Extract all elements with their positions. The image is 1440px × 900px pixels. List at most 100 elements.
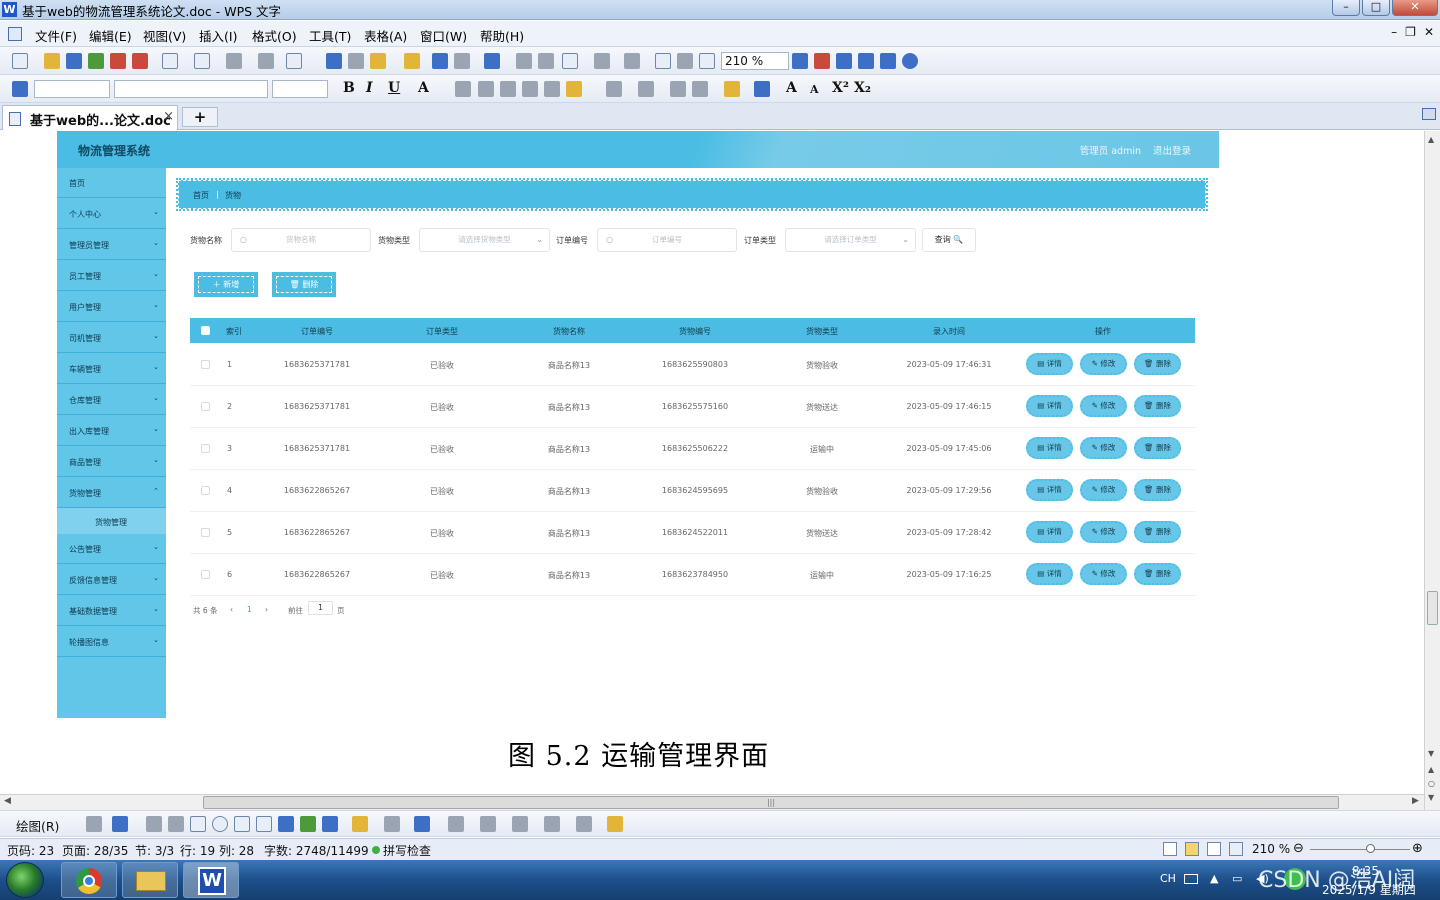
shadow-icon[interactable]	[544, 816, 560, 832]
select-all-checkbox[interactable]	[201, 326, 210, 335]
sidebar-item-products[interactable]: 商品管理 ⌄	[57, 447, 166, 477]
spell-check-icon[interactable]	[226, 53, 242, 69]
text-effect-button[interactable]: A	[418, 80, 429, 96]
bullets-icon[interactable]	[638, 81, 654, 97]
ellipse-icon[interactable]	[212, 816, 228, 832]
web-view-icon[interactable]	[1229, 842, 1243, 856]
undo-icon[interactable]	[432, 53, 448, 69]
scroll-right-icon[interactable]: ▶	[1412, 796, 1419, 806]
taskbar-chrome[interactable]	[61, 862, 117, 898]
minimize-button[interactable]: –	[1332, 0, 1360, 16]
style-select[interactable]	[34, 80, 110, 98]
menu-window[interactable]: 窗口(W)	[420, 26, 467, 45]
tray-language[interactable]: CH	[1160, 872, 1176, 885]
help-icon[interactable]	[902, 53, 918, 69]
menu-edit[interactable]: 编辑(E)	[89, 26, 132, 45]
detail-button[interactable]: ▤ 详情	[1026, 353, 1073, 375]
document-map-icon[interactable]	[655, 53, 671, 69]
menu-insert[interactable]: 插入(I)	[199, 26, 237, 45]
pager-page[interactable]: 1	[247, 605, 252, 614]
paste-icon[interactable]	[370, 53, 386, 69]
scroll-down-icon[interactable]: ▼	[1428, 749, 1434, 758]
detail-button[interactable]: ▤ 详情	[1026, 437, 1073, 459]
detail-button[interactable]: ▤ 详情	[1026, 563, 1073, 585]
row-checkbox[interactable]	[201, 528, 210, 537]
fill-color-icon[interactable]	[352, 816, 368, 832]
row-checkbox[interactable]	[201, 360, 210, 369]
zoom-slider-thumb[interactable]	[1366, 844, 1375, 853]
format-icon[interactable]	[258, 53, 274, 69]
decrease-indent-icon[interactable]	[670, 81, 686, 97]
doc-restore-button[interactable]: ❐	[1405, 25, 1416, 39]
menu-file[interactable]: 文件(F)	[35, 26, 77, 45]
close-button[interactable]: ✕	[1392, 0, 1438, 16]
tray-expand-icon[interactable]: ▲	[1210, 872, 1218, 885]
distribute-icon[interactable]	[544, 81, 560, 97]
doc-minimize-button[interactable]: –	[1391, 25, 1397, 39]
menu-tools[interactable]: 工具(T)	[309, 26, 351, 45]
sidebar-item-stock-io[interactable]: 出入库管理 ⌄	[57, 416, 166, 446]
page-width-icon[interactable]	[699, 53, 715, 69]
format-painter-icon[interactable]	[404, 53, 420, 69]
align-right-icon[interactable]	[500, 81, 516, 97]
goods-name-input[interactable]: ○ 货物名称	[231, 228, 371, 252]
sidebar-item-feedback[interactable]: 反馈信息管理 ⌄	[57, 565, 166, 595]
document-icon[interactable]	[8, 27, 22, 41]
pager-next[interactable]: ›	[265, 605, 268, 614]
tab-close-icon[interactable]: ×	[163, 109, 174, 124]
add-button[interactable]: ＋ 新增	[194, 272, 258, 297]
vertical-textbox-icon[interactable]	[256, 816, 272, 832]
print-pdf-icon[interactable]	[132, 53, 148, 69]
highlight-icon[interactable]	[724, 81, 740, 97]
hyperlink-icon[interactable]	[538, 53, 554, 69]
edit-button[interactable]: ✎ 修改	[1080, 521, 1127, 543]
goods-type-select[interactable]: 请选择货物类型 ⌄	[419, 228, 550, 252]
logout-link[interactable]: 退出登录	[1153, 143, 1191, 157]
outline-view-icon[interactable]	[1207, 842, 1221, 856]
justify-icon[interactable]	[522, 81, 538, 97]
menu-view[interactable]: 视图(V)	[143, 26, 186, 45]
delete-button[interactable]: 🗑 删除	[1134, 521, 1181, 543]
network-icon[interactable]: ▭	[1232, 872, 1242, 885]
save-icon[interactable]	[66, 53, 82, 69]
line-icon[interactable]	[146, 816, 162, 832]
print-icon[interactable]	[162, 53, 178, 69]
maximize-button[interactable]: □	[1362, 0, 1390, 16]
grow-font-button[interactable]: A	[786, 80, 797, 96]
menu-help[interactable]: 帮助(H)	[480, 26, 524, 45]
font-select[interactable]	[114, 80, 268, 98]
textbox-icon[interactable]	[234, 816, 250, 832]
scroll-up-icon[interactable]: ▲	[1428, 135, 1434, 144]
zoom-slider[interactable]	[1310, 849, 1410, 850]
line-color-icon[interactable]	[384, 816, 400, 832]
row-checkbox[interactable]	[201, 444, 210, 453]
row-checkbox[interactable]	[201, 402, 210, 411]
sidebar-item-carousel[interactable]: 轮播图信息 ⌄	[57, 627, 166, 657]
template-icon[interactable]	[858, 53, 874, 69]
tab-document[interactable]: 基于web的...论文.doc ×	[2, 105, 178, 130]
menu-format[interactable]: 格式(O)	[252, 26, 297, 45]
increase-indent-icon[interactable]	[692, 81, 708, 97]
new-tab-button[interactable]: +	[182, 107, 218, 127]
vertical-scrollbar[interactable]: ▲ ▼ ▲ ○ ▼	[1424, 131, 1440, 810]
rectangle-icon[interactable]	[190, 816, 206, 832]
row-checkbox[interactable]	[201, 570, 210, 579]
delete-button[interactable]: 🗑 删除	[1134, 395, 1181, 417]
traditional-icon[interactable]	[286, 53, 302, 69]
show-marks-icon[interactable]	[677, 53, 693, 69]
edit-button[interactable]: ✎ 修改	[1080, 437, 1127, 459]
order-no-input[interactable]: ○ 订单编号	[597, 228, 737, 252]
dash-style-icon[interactable]	[480, 816, 496, 832]
formula-icon[interactable]	[516, 53, 532, 69]
detail-button[interactable]: ▤ 详情	[1026, 521, 1073, 543]
zoom-out-icon[interactable]: ⊖	[1293, 841, 1304, 856]
sidebar-item-users[interactable]: 用户管理 ⌄	[57, 292, 166, 322]
zoom-select[interactable]: 210 %	[721, 52, 789, 70]
delete-button[interactable]: 🗑 删除	[1134, 437, 1181, 459]
doc-close-button[interactable]: ✕	[1424, 25, 1434, 39]
print-preview-icon[interactable]	[194, 53, 210, 69]
horizontal-scroll-thumb[interactable]: |||	[203, 796, 1339, 809]
batch-delete-button[interactable]: 🗑 删除	[272, 272, 336, 297]
edit-button[interactable]: ✎ 修改	[1080, 563, 1127, 585]
status-word-count[interactable]: 字数: 2748/11499	[264, 842, 369, 859]
